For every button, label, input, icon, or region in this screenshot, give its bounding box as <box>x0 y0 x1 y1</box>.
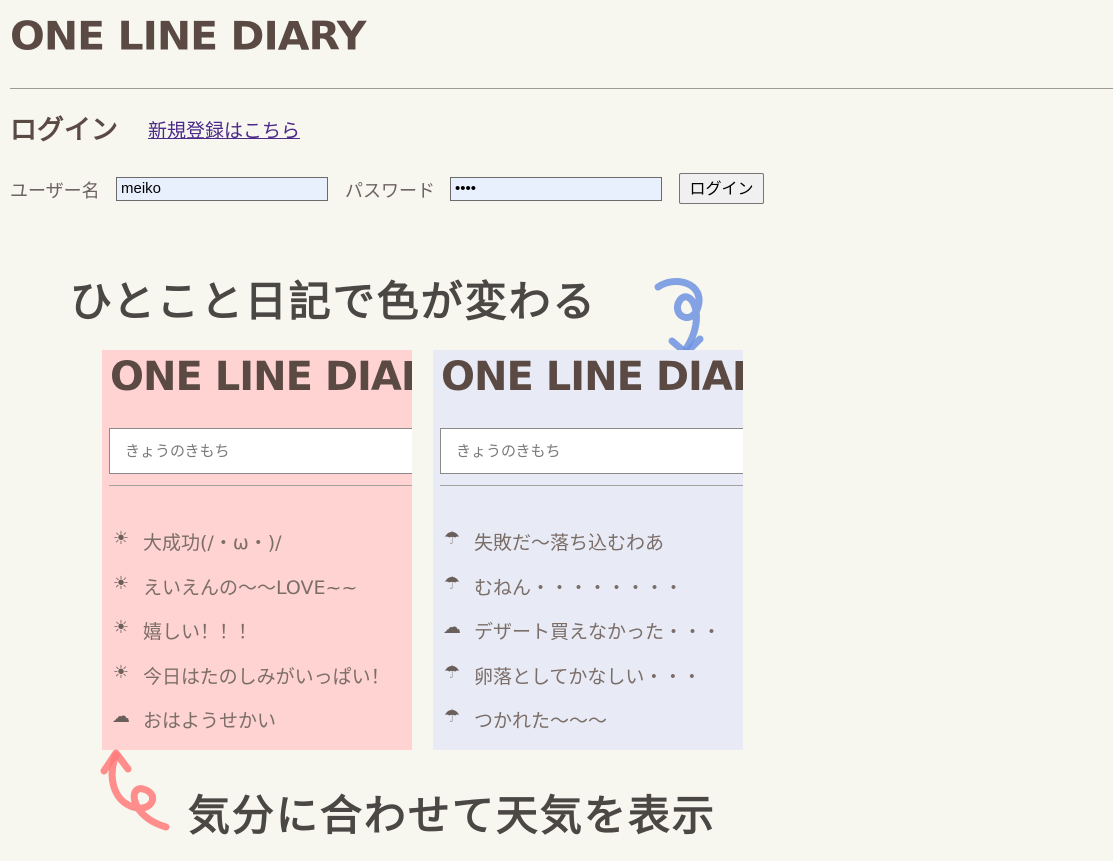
preview-divider <box>109 485 412 486</box>
umbrella-icon: ☂ <box>443 706 461 727</box>
diary-list-item: ☁ デザート買えなかった・・・ <box>440 617 721 662</box>
username-label: ユーザー名 <box>10 181 100 202</box>
password-input[interactable]: •••• <box>450 177 662 201</box>
preview-logo: ONE LINE DIARY <box>441 354 743 400</box>
promo-title: ひとこと日記で色が変わる <box>70 277 597 326</box>
promo-footer-text: 気分に合わせて天気を表示 <box>188 791 717 840</box>
diary-list-item: ☂ つかれた〜〜〜 <box>440 706 721 750</box>
umbrella-icon: ☂ <box>443 528 461 549</box>
diary-list-item: ☀ 嬉しい！！！ <box>109 617 390 662</box>
sun-icon: ☀ <box>112 528 130 549</box>
password-label: パスワード <box>345 181 435 202</box>
site-logo: ONE LINE DIARY <box>10 13 366 59</box>
umbrella-icon: ☂ <box>443 572 461 594</box>
login-heading: ログイン <box>10 115 118 146</box>
sun-icon: ☀ <box>112 661 130 683</box>
sun-icon: ☀ <box>112 572 130 594</box>
diary-list-item: ☀ 今日はたのしみがいっぱい！ <box>109 662 390 707</box>
diary-list-item: ☂ 失敗だ〜落ち込むわあ <box>440 528 721 573</box>
sun-icon: ☀ <box>112 617 130 638</box>
login-button[interactable]: ログイン <box>679 173 764 204</box>
umbrella-icon: ☂ <box>443 661 461 683</box>
diary-list-item: ☀ 大成功(/・ω・)/ <box>109 528 390 573</box>
preview-panel-rainy: ONE LINE DIARY きょうのきもち ☂失敗だ〜落ち込むわあ ☂むねん・… <box>433 350 743 750</box>
username-input[interactable]: meiko <box>116 177 328 201</box>
header-divider <box>10 88 1113 89</box>
cloud-icon: ☁ <box>112 706 130 727</box>
signup-link[interactable]: 新規登録はこちら <box>148 116 300 143</box>
diary-list-item: ☂ むねん・・・・・・・・ <box>440 573 721 618</box>
preview-divider <box>440 485 743 486</box>
preview-logo: ONE LINE DIARY <box>110 354 412 400</box>
diary-list-item: ☀ えいえんの〜〜LOVE~~ <box>109 573 390 618</box>
preview-diary-list: ☀ 大成功(/・ω・)/ ☀ えいえんの〜〜LOVE~~ ☀ 嬉しい！！！ ☀ 今日はた… <box>109 528 390 750</box>
cloud-icon: ☁ <box>443 617 461 638</box>
preview-mood-input: きょうのきもち <box>109 428 412 474</box>
preview-diary-list: ☂ 失敗だ〜落ち込むわあ ☂ むねん・・・・・・・・ ☁ デザート買えなかった・・・ … <box>440 528 721 750</box>
preview-panel-sunny: ONE LINE DIARY きょうのきもち ☀大成功(/・ω・)/ ☀えいえん… <box>102 350 412 750</box>
preview-mood-input: きょうのきもち <box>440 428 743 474</box>
diary-list-item: ☂ 卵落としてかなしい・・・ <box>440 662 721 707</box>
curved-arrow-red-icon <box>100 749 170 831</box>
diary-list-item: ☁ おはようせかい <box>109 706 390 750</box>
